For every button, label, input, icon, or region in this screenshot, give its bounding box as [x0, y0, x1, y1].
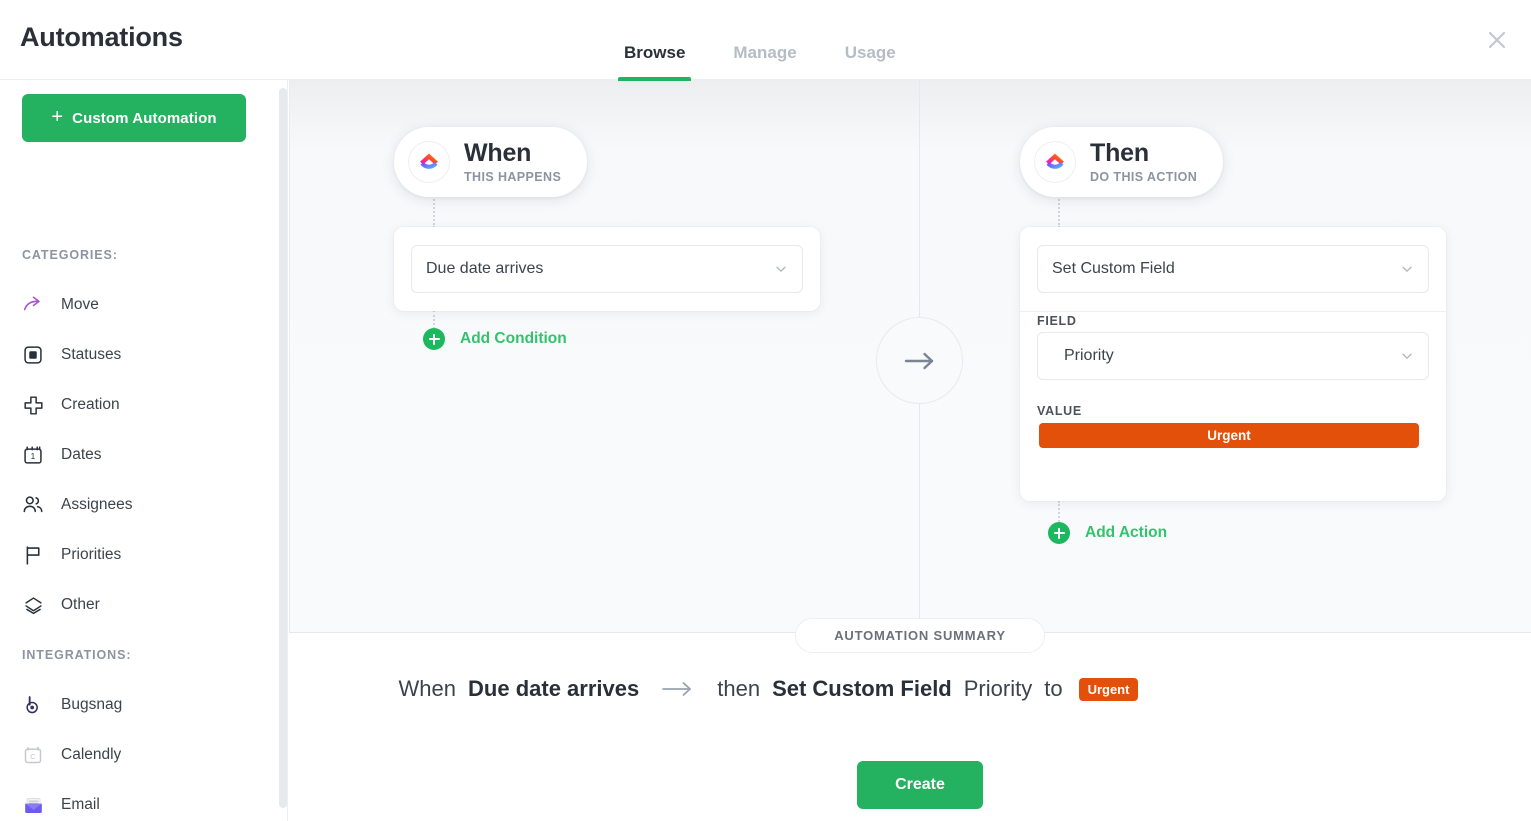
- then-action-card: Set Custom Field FIELD Priority VALUE Ur…: [1020, 227, 1446, 501]
- field-select[interactable]: Priority: [1037, 332, 1429, 380]
- then-subtitle: DO THIS ACTION: [1090, 171, 1197, 184]
- summary-then-word: then: [711, 676, 766, 702]
- when-header-pill: When THIS HAPPENS: [394, 127, 587, 197]
- sidebar-item-label: Email: [61, 796, 100, 814]
- when-pill-text: When THIS HAPPENS: [464, 141, 561, 184]
- calendar-icon: 1: [22, 444, 44, 466]
- trigger-select[interactable]: Due date arrives: [411, 245, 803, 293]
- sidebar-item-label: Calendly: [61, 746, 121, 764]
- status-square-icon: [22, 344, 44, 366]
- sidebar-item-assignees[interactable]: Assignees: [0, 480, 288, 530]
- add-condition-label: Add Condition: [460, 330, 567, 348]
- trigger-select-value: Due date arrives: [426, 260, 774, 278]
- sidebar-item-label: Priorities: [61, 546, 121, 564]
- summary-urgent-badge: Urgent: [1079, 678, 1139, 701]
- then-title: Then: [1090, 141, 1197, 166]
- value-urgent-chip[interactable]: Urgent: [1039, 423, 1419, 448]
- sidebar-item-other[interactable]: Other: [0, 580, 288, 630]
- automation-summary-chip: AUTOMATION SUMMARY: [795, 618, 1045, 653]
- flow-arrow-right-icon: [876, 317, 963, 404]
- add-condition-button[interactable]: Add Condition: [423, 328, 567, 350]
- sidebar-item-email[interactable]: Email: [0, 780, 288, 821]
- sidebar-item-label: Other: [61, 596, 100, 614]
- people-icon: [22, 494, 44, 516]
- page-title: Automations: [20, 22, 183, 53]
- flag-icon: [22, 544, 44, 566]
- when-title: When: [464, 141, 561, 166]
- then-header-pill: Then DO THIS ACTION: [1020, 127, 1223, 197]
- field-select-value: Priority: [1052, 347, 1400, 365]
- chevron-down-icon: [1400, 262, 1414, 276]
- clickup-logo-icon: [1034, 141, 1076, 183]
- sidebar-item-label: Move: [61, 296, 99, 314]
- svg-text:1: 1: [31, 451, 36, 461]
- sidebar-item-label: Assignees: [61, 496, 133, 514]
- sidebar-item-label: Dates: [61, 446, 102, 464]
- sidebar-item-dates[interactable]: 1 Dates: [0, 430, 288, 480]
- summary-action: Set Custom Field: [766, 676, 958, 702]
- add-action-button[interactable]: Add Action: [1048, 522, 1167, 544]
- email-envelope-icon: [22, 794, 44, 816]
- layers-icon: [22, 594, 44, 616]
- tab-bar: Browse Manage Usage: [600, 0, 920, 80]
- move-arrow-icon: [22, 294, 44, 316]
- summary-to-word: to: [1038, 676, 1068, 702]
- automations-modal: Automations Browse Manage Usage + Custom…: [0, 0, 1531, 821]
- summary-trigger: Due date arrives: [462, 676, 645, 702]
- modal-header: Automations Browse Manage Usage: [0, 0, 1531, 80]
- automation-builder-canvas: When THIS HAPPENS Due date arrives Add C…: [289, 80, 1531, 633]
- arrow-right-icon: [661, 680, 695, 698]
- sidebar-item-move[interactable]: Move: [0, 280, 288, 330]
- chevron-down-icon: [1400, 349, 1414, 363]
- integrations-section-label: INTEGRATIONS:: [22, 648, 131, 662]
- sidebar: + Custom Automation CATEGORIES: Move: [0, 80, 288, 821]
- when-trigger-card: Due date arrives: [394, 227, 820, 311]
- tab-manage[interactable]: Manage: [709, 0, 820, 80]
- value-label: VALUE: [1037, 404, 1082, 418]
- then-connector-top: [1058, 192, 1060, 228]
- when-connector-top: [433, 192, 435, 228]
- clickup-logo-icon: [408, 141, 450, 183]
- action-select-value: Set Custom Field: [1052, 260, 1400, 278]
- add-action-label: Add Action: [1085, 524, 1167, 542]
- field-label: FIELD: [1037, 314, 1077, 328]
- plus-circle-icon: [1048, 522, 1070, 544]
- sidebar-item-creation[interactable]: Creation: [0, 380, 288, 430]
- action-select[interactable]: Set Custom Field: [1037, 245, 1429, 293]
- svg-text:C: C: [30, 752, 36, 761]
- sidebar-item-priorities[interactable]: Priorities: [0, 530, 288, 580]
- chevron-down-icon: [774, 262, 788, 276]
- when-subtitle: THIS HAPPENS: [464, 171, 561, 184]
- sidebar-item-label: Statuses: [61, 346, 121, 364]
- close-icon[interactable]: [1477, 20, 1517, 60]
- summary-prefix: When: [393, 676, 462, 702]
- create-button[interactable]: Create: [857, 761, 983, 809]
- categories-list: Move Statuses Creation: [0, 280, 288, 630]
- sidebar-item-calendly[interactable]: C Calendly: [0, 730, 288, 780]
- tab-usage[interactable]: Usage: [821, 0, 920, 80]
- then-pill-text: Then DO THIS ACTION: [1090, 141, 1197, 184]
- canvas-left-edge: [289, 80, 290, 633]
- sidebar-item-label: Creation: [61, 396, 120, 414]
- summary-field: Priority: [958, 676, 1038, 702]
- card-divider: [1020, 311, 1446, 312]
- plus-circle-icon: [423, 328, 445, 350]
- plus-cross-icon: [22, 394, 44, 416]
- custom-automation-button[interactable]: + Custom Automation: [22, 94, 246, 142]
- tab-browse[interactable]: Browse: [600, 0, 709, 80]
- sidebar-item-statuses[interactable]: Statuses: [0, 330, 288, 380]
- calendly-icon: C: [22, 744, 44, 766]
- categories-section-label: CATEGORIES:: [22, 248, 118, 262]
- custom-automation-label: Custom Automation: [72, 110, 216, 127]
- automation-summary-sentence: When Due date arrives then Set Custom Fi…: [0, 676, 1531, 702]
- plus-icon: +: [51, 107, 63, 127]
